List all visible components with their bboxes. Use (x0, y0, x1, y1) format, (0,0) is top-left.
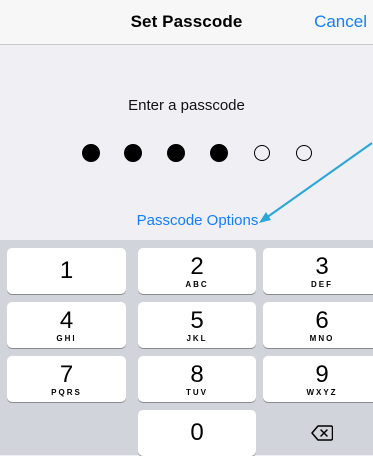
key-letters: ABC (185, 280, 209, 289)
delete-button[interactable] (263, 410, 373, 456)
key-digit: 3 (315, 253, 329, 280)
passcode-dot (82, 144, 100, 162)
key-7[interactable]: 7 PQRS (7, 356, 126, 402)
key-letters: WXYZ (306, 388, 338, 397)
key-digit: 6 (315, 307, 329, 334)
key-digit: 7 (59, 361, 74, 388)
key-digit: 1 (59, 257, 74, 284)
key-letters: PQRS (51, 388, 82, 397)
key-5[interactable]: 5 JKL (138, 302, 256, 348)
passcode-dot (296, 145, 312, 161)
passcode-dot (124, 144, 142, 162)
passcode-prompt: Enter a passcode (128, 97, 245, 114)
backspace-icon (311, 425, 333, 441)
key-3[interactable]: 3 DEF (263, 248, 373, 294)
key-digit: 2 (190, 253, 204, 280)
key-letters: TUV (186, 388, 208, 397)
key-letters: MNO (309, 334, 335, 343)
passcode-dot (210, 144, 228, 162)
key-letters: GHI (56, 334, 77, 343)
key-digit: 8 (190, 361, 204, 388)
passcode-options-link[interactable]: Passcode Options (0, 212, 373, 229)
key-letters: JKL (186, 334, 208, 343)
key-1[interactable]: 1 (7, 248, 126, 294)
key-4[interactable]: 4 GHI (7, 302, 126, 348)
key-digit: 5 (190, 307, 204, 334)
cancel-button[interactable]: Cancel (314, 12, 367, 32)
key-2[interactable]: 2 ABC (138, 248, 256, 294)
key-0[interactable]: 0 (138, 410, 256, 456)
key-letters: DEF (311, 280, 333, 289)
key-digit: 0 (190, 419, 204, 446)
numeric-keypad: 1 2 ABC 3 DEF 4 GHI 5 JKL 6 MNO 7 PQRS 8… (0, 240, 373, 456)
nav-bar: Set Passcode Cancel (0, 0, 373, 45)
passcode-dot (167, 144, 185, 162)
key-digit: 9 (315, 361, 329, 388)
key-6[interactable]: 6 MNO (263, 302, 373, 348)
key-8[interactable]: 8 TUV (138, 356, 256, 402)
key-digit: 4 (59, 307, 74, 334)
passcode-dot (254, 145, 270, 161)
key-9[interactable]: 9 WXYZ (263, 356, 373, 402)
